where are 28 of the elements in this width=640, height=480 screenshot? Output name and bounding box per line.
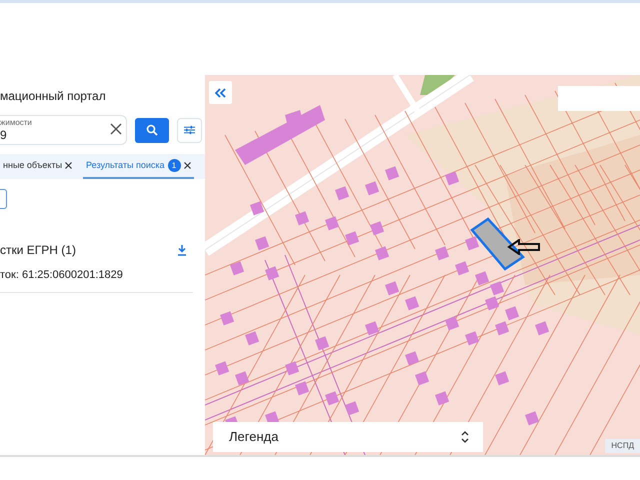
double-chevron-icon xyxy=(215,88,226,98)
portal-title: мационный портал xyxy=(0,88,107,105)
outline-button[interactable] xyxy=(0,189,7,209)
search-button[interactable] xyxy=(135,118,169,142)
selected-parcel[interactable] xyxy=(470,217,525,271)
count-badge: 1 xyxy=(168,159,180,172)
collapse-button[interactable] xyxy=(209,81,232,104)
arrow-icon xyxy=(507,239,541,255)
tab-label: Результаты поиска xyxy=(86,158,164,172)
sliders-icon xyxy=(184,125,195,135)
legend-select[interactable]: Легенда xyxy=(213,422,483,452)
attribution-label: НСПД xyxy=(605,439,640,453)
clear-icon[interactable] xyxy=(110,123,122,135)
search-field[interactable]: жимости 9 xyxy=(0,115,127,145)
field-label: жимости xyxy=(0,117,32,129)
legend-label: Легенда xyxy=(229,428,278,446)
results-heading: стки ЕГРН (1) xyxy=(0,242,76,259)
search-icon xyxy=(146,124,158,136)
tab-label: нные объекты xyxy=(3,158,62,172)
result-item[interactable]: ток: 61:25:0600201:1829 xyxy=(0,267,193,292)
close-icon[interactable] xyxy=(184,162,190,169)
filter-button[interactable] xyxy=(177,118,202,142)
field-value: 9 xyxy=(0,128,7,142)
download-icon[interactable] xyxy=(177,244,187,256)
close-icon[interactable] xyxy=(65,162,72,169)
tab[interactable]: Результаты поиска 1 xyxy=(83,154,194,179)
sort-caret-icon xyxy=(461,431,469,443)
tab[interactable]: нные объекты xyxy=(0,154,76,179)
